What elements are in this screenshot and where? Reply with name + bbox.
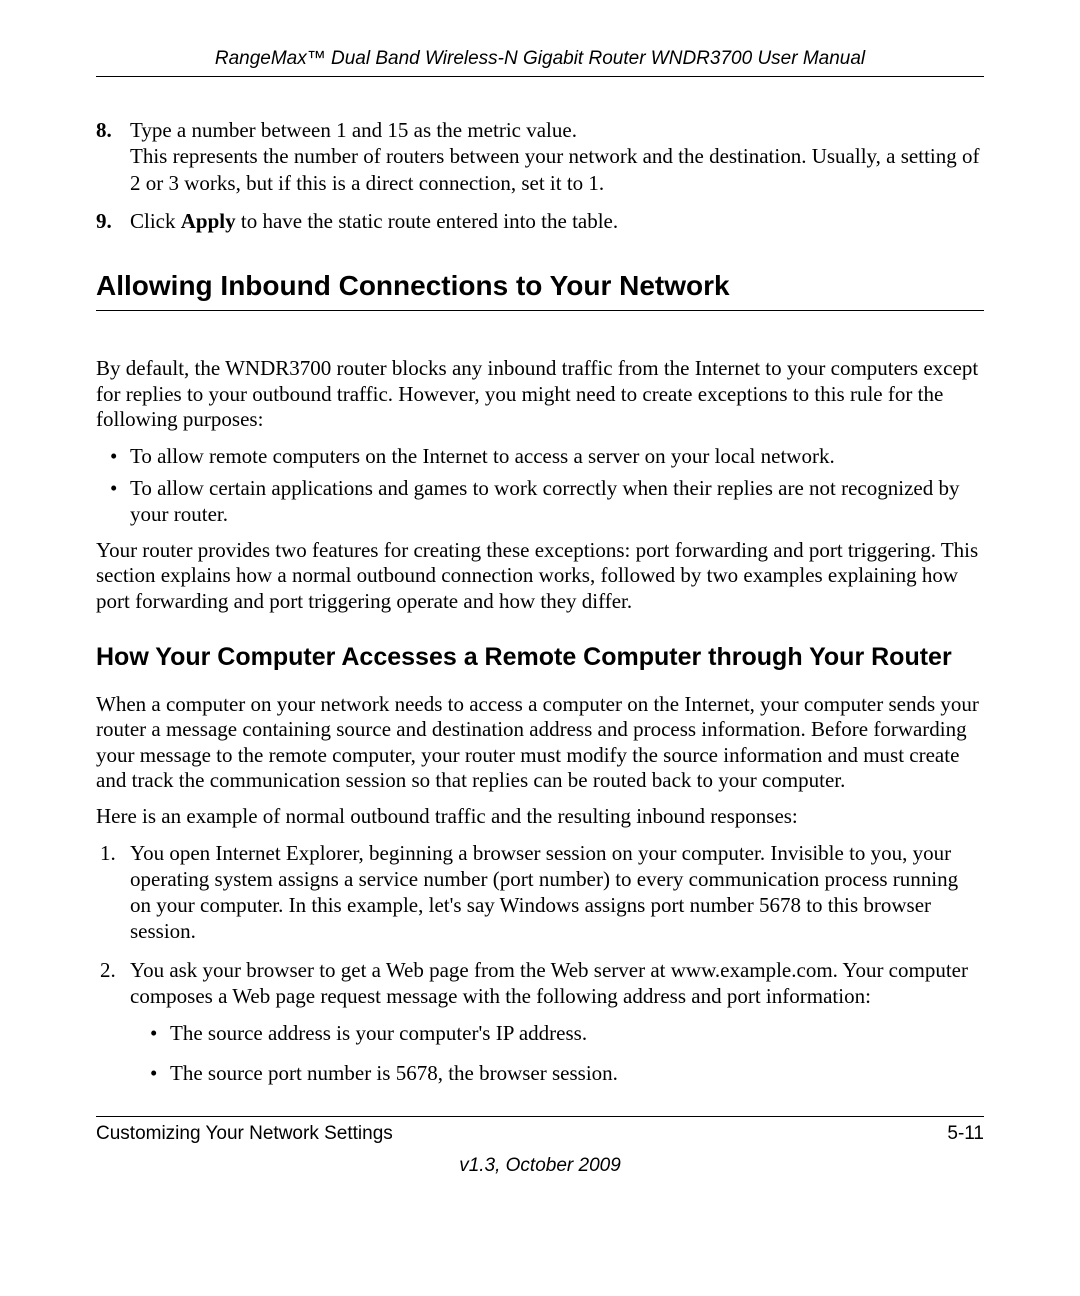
purpose-bullets: To allow remote computers on the Interne… — [96, 443, 984, 528]
step-number: 9. — [96, 208, 112, 234]
sub-bullets: The source address is your computer's IP… — [130, 1019, 984, 1088]
footer-rule: Customizing Your Network Settings 5-11 v… — [96, 1116, 984, 1177]
rest-text: to have the static route entered into th… — [236, 209, 619, 233]
example-step-text: You open Internet Explorer, beginning a … — [130, 841, 958, 944]
bullet-item: To allow certain applications and games … — [130, 475, 984, 528]
step-number: 8. — [96, 117, 112, 143]
sub-bullet-item: The source port number is 5678, the brow… — [170, 1059, 984, 1088]
footer-row: Customizing Your Network Settings 5-11 — [96, 1123, 984, 1145]
step-text-line1: Type a number between 1 and 15 as the me… — [130, 118, 577, 142]
footer-right: 5-11 — [947, 1123, 984, 1145]
page-header-title: RangeMax™ Dual Band Wireless-N Gigabit R… — [96, 48, 984, 77]
numbered-steps: 8. Type a number between 1 and 15 as the… — [96, 117, 984, 234]
subsection-para1: When a computer on your network needs to… — [96, 692, 984, 794]
footer-version: v1.3, October 2009 — [96, 1155, 984, 1177]
apply-word: Apply — [181, 209, 236, 233]
bullet-item: To allow remote computers on the Interne… — [130, 443, 984, 469]
section-intro: By default, the WNDR3700 router blocks a… — [96, 356, 984, 433]
footer-left: Customizing Your Network Settings — [96, 1123, 393, 1145]
section-after-bullets: Your router provides two features for cr… — [96, 538, 984, 615]
step-text: Click Apply to have the static route ent… — [130, 209, 618, 233]
example-step-1: You open Internet Explorer, beginning a … — [130, 840, 984, 945]
example-step-text: You ask your browser to get a Web page f… — [130, 958, 968, 1008]
example-step-2: You ask your browser to get a Web page f… — [130, 957, 984, 1088]
example-steps: You open Internet Explorer, beginning a … — [96, 840, 984, 1088]
step-text-line2: This represents the number of routers be… — [130, 144, 980, 194]
step-8: 8. Type a number between 1 and 15 as the… — [96, 117, 984, 196]
step-9: 9. Click Apply to have the static route … — [96, 208, 984, 234]
document-page: RangeMax™ Dual Band Wireless-N Gigabit R… — [0, 0, 1080, 1296]
section-title: Allowing Inbound Connections to Your Net… — [96, 270, 984, 311]
subsection-title: How Your Computer Accesses a Remote Comp… — [96, 642, 984, 673]
step-text: Type a number between 1 and 15 as the me… — [130, 118, 980, 195]
sub-bullet-item: The source address is your computer's IP… — [170, 1019, 984, 1048]
click-word: Click — [130, 209, 181, 233]
subsection-para2: Here is an example of normal outbound tr… — [96, 804, 984, 830]
